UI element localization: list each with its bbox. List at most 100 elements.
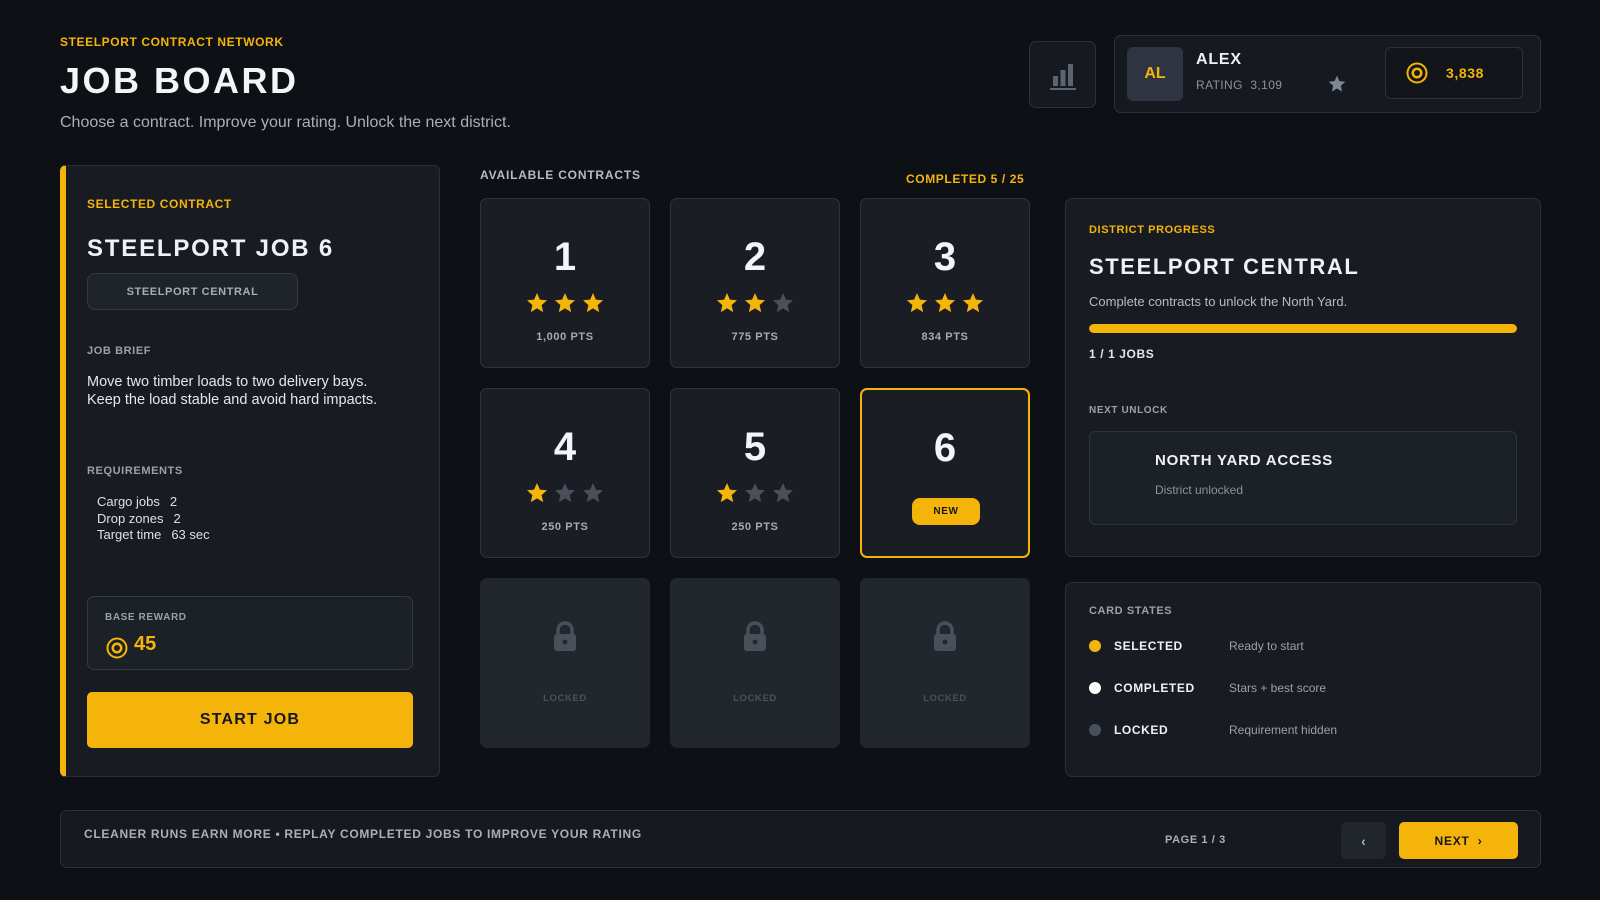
contract-card-1[interactable]: 1 1,000 PTS bbox=[480, 198, 650, 368]
requirement-key: Drop zones bbox=[97, 510, 164, 526]
star-empty-icon bbox=[771, 481, 795, 510]
lock-icon bbox=[861, 621, 1029, 653]
prev-page-button[interactable]: ‹ bbox=[1341, 822, 1386, 859]
legend-name: LOCKED bbox=[1114, 723, 1169, 737]
rating-label: RATING bbox=[1196, 78, 1243, 92]
job-brief: Move two timber loads to two delivery ba… bbox=[87, 373, 407, 409]
player-rating: RATING 3,109 bbox=[1196, 78, 1282, 92]
next-unlock-card: NORTH YARD ACCESS District unlocked bbox=[1089, 431, 1517, 525]
next-page-button[interactable]: NEXT › bbox=[1399, 822, 1518, 859]
contract-points: 834 PTS bbox=[921, 331, 969, 343]
brief-line: Move two timber loads to two delivery ba… bbox=[87, 374, 368, 390]
star-empty-icon bbox=[581, 481, 605, 510]
contract-card-2[interactable]: 2 775 PTS bbox=[670, 198, 840, 368]
star-filled-icon bbox=[525, 481, 549, 510]
legend-row-completed: COMPLETED Stars + best score bbox=[1089, 678, 1326, 698]
locked-label: LOCKED bbox=[733, 693, 777, 704]
coin-icon bbox=[1406, 62, 1428, 84]
selected-contract-eyebrow: SELECTED CONTRACT bbox=[87, 197, 232, 211]
star-filled-icon bbox=[525, 291, 549, 320]
locked-dot-icon bbox=[1089, 724, 1101, 736]
contract-number: 4 bbox=[553, 425, 577, 469]
district-jobs-count: 1 / 1 JOBS bbox=[1089, 347, 1155, 361]
star-filled-icon bbox=[905, 291, 929, 320]
star-empty-icon bbox=[743, 481, 767, 510]
requirement-value: 2 bbox=[173, 510, 181, 526]
requirement-key: Cargo jobs bbox=[97, 494, 160, 509]
contract-card-6[interactable]: 6 NEW bbox=[860, 388, 1030, 558]
base-reward-label: BASE REWARD bbox=[105, 612, 187, 623]
star-rating bbox=[861, 291, 1029, 320]
new-badge: NEW bbox=[912, 498, 980, 525]
profile-card[interactable]: AL ALEX RATING 3,109 3,838 bbox=[1114, 35, 1541, 113]
contract-title: STEELPORT JOB 6 bbox=[87, 235, 335, 262]
coin-balance: 3,838 bbox=[1385, 47, 1523, 99]
star-icon bbox=[1328, 75, 1346, 92]
bar-chart-icon bbox=[1049, 63, 1076, 90]
selected-dot-icon bbox=[1089, 640, 1101, 652]
lock-icon bbox=[671, 621, 839, 653]
available-contracts-label: AVAILABLE CONTRACTS bbox=[480, 168, 641, 182]
locked-label: LOCKED bbox=[543, 693, 587, 704]
requirements-list: Cargo jobs 2 Drop zones 2 Target time 63… bbox=[97, 494, 210, 544]
chevron-left-icon: ‹ bbox=[1361, 832, 1366, 849]
legend-row-locked: LOCKED Requirement hidden bbox=[1089, 720, 1337, 740]
contract-points: 250 PTS bbox=[541, 521, 589, 533]
requirement-row: Drop zones 2 bbox=[97, 511, 210, 528]
base-reward-value: 45 bbox=[134, 633, 157, 655]
star-empty-icon bbox=[553, 481, 577, 510]
star-filled-icon bbox=[715, 481, 739, 510]
next-label: NEXT bbox=[1434, 833, 1470, 848]
completed-count: COMPLETED 5 / 25 bbox=[906, 172, 1025, 186]
next-unlock-label: NEXT UNLOCK bbox=[1089, 405, 1168, 416]
brief-line: Keep the load stable and avoid hard impa… bbox=[87, 392, 378, 408]
next-unlock-title: NORTH YARD ACCESS bbox=[1155, 452, 1334, 469]
star-empty-icon bbox=[771, 291, 795, 320]
requirement-key: Target time bbox=[97, 527, 162, 542]
rating-value: 3,109 bbox=[1250, 78, 1283, 92]
contract-card-3[interactable]: 3 834 PTS bbox=[860, 198, 1030, 368]
contract-number: 1 bbox=[553, 235, 577, 279]
page-indicator: PAGE 1 / 3 bbox=[1165, 834, 1226, 846]
legend-desc: Ready to start bbox=[1229, 639, 1304, 653]
next-unlock-status: District unlocked bbox=[1155, 483, 1244, 497]
star-filled-icon bbox=[553, 291, 577, 320]
contract-card-4[interactable]: 4 250 PTS bbox=[480, 388, 650, 558]
page-subtitle: Choose a contract. Improve your rating. … bbox=[60, 114, 511, 131]
district-progress-bar bbox=[1089, 324, 1517, 333]
base-reward-box: BASE REWARD 45 bbox=[87, 596, 413, 670]
contract-card-7[interactable]: LOCKED bbox=[480, 578, 650, 748]
district-progress-fill bbox=[1089, 324, 1517, 333]
coin-icon bbox=[106, 637, 128, 659]
contract-card-8[interactable]: LOCKED bbox=[670, 578, 840, 748]
district-tag: STEELPORT CENTRAL bbox=[87, 273, 298, 310]
player-name: ALEX bbox=[1196, 51, 1242, 68]
network-eyebrow: STEELPORT CONTRACT NETWORK bbox=[60, 35, 284, 49]
star-filled-icon bbox=[715, 291, 739, 320]
district-title: STEELPORT CENTRAL bbox=[1089, 254, 1360, 279]
star-rating bbox=[671, 291, 839, 320]
requirement-row: Cargo jobs 2 bbox=[97, 494, 210, 511]
requirement-value: 2 bbox=[169, 494, 178, 509]
contract-points: 775 PTS bbox=[731, 331, 779, 343]
contract-card-5[interactable]: 5 250 PTS bbox=[670, 388, 840, 558]
district-progress-eyebrow: DISTRICT PROGRESS bbox=[1089, 224, 1216, 236]
star-filled-icon bbox=[933, 291, 957, 320]
stats-button[interactable] bbox=[1029, 41, 1096, 108]
requirement-value: 63 sec bbox=[171, 527, 210, 542]
requirement-row: Target time 63 sec bbox=[97, 527, 210, 544]
legend-name: COMPLETED bbox=[1114, 681, 1195, 695]
footer-bar: CLEANER RUNS EARN MORE • REPLAY COMPLETE… bbox=[60, 810, 1541, 868]
legend-row-selected: SELECTED Ready to start bbox=[1089, 636, 1304, 656]
requirements-label: REQUIREMENTS bbox=[87, 465, 183, 477]
star-filled-icon bbox=[581, 291, 605, 320]
legend-desc: Requirement hidden bbox=[1229, 723, 1338, 737]
contract-points: 250 PTS bbox=[731, 521, 779, 533]
contract-number: 3 bbox=[933, 235, 957, 279]
start-job-button[interactable]: START JOB bbox=[87, 692, 413, 748]
district-description: Complete contracts to unlock the North Y… bbox=[1089, 294, 1348, 309]
star-rating bbox=[481, 291, 649, 320]
contract-card-9[interactable]: LOCKED bbox=[860, 578, 1030, 748]
locked-label: LOCKED bbox=[923, 693, 967, 704]
star-rating bbox=[481, 481, 649, 510]
